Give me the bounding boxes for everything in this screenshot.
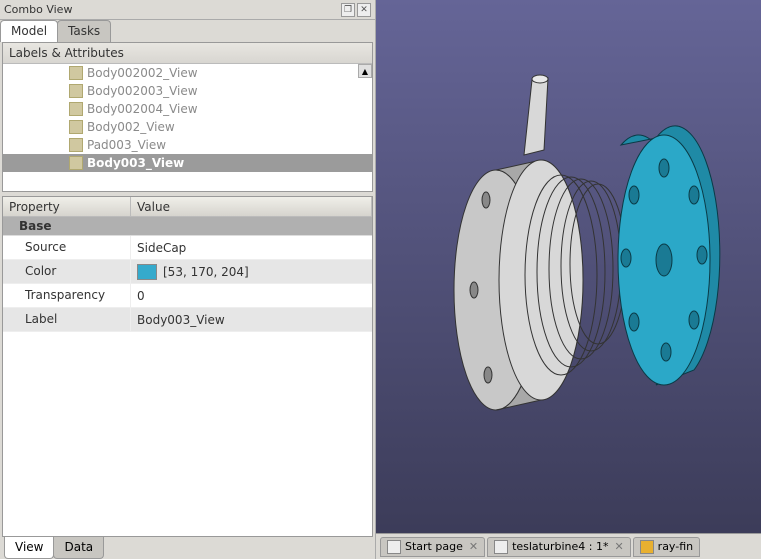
tab-model[interactable]: Model [0, 20, 58, 42]
doc-tab-rayfin[interactable]: ray-fin [633, 537, 700, 557]
doc-tab-teslaturbine[interactable]: teslaturbine4 : 1* ✕ [487, 537, 631, 557]
tab-data[interactable]: Data [53, 537, 104, 559]
tree-item[interactable]: Body002_View [3, 118, 372, 136]
panel-header: Combo View ❐ ✕ [0, 0, 375, 20]
node-icon [69, 66, 83, 80]
freecad-icon [387, 540, 401, 554]
freecad-icon [494, 540, 508, 554]
close-icon[interactable]: ✕ [357, 3, 371, 17]
property-header-key: Property [3, 197, 131, 217]
tree-panel: Labels & Attributes ▲ Body002002_View Bo… [2, 42, 373, 192]
node-icon [69, 120, 83, 134]
tree-item-label: Pad003_View [87, 138, 166, 152]
color-swatch[interactable] [137, 264, 157, 280]
property-row-color[interactable]: Color [53, 170, 204] [3, 260, 372, 284]
3d-model-render [376, 0, 761, 533]
doc-tab-label: ray-fin [658, 540, 693, 553]
property-row-source[interactable]: Source SideCap [3, 236, 372, 260]
color-value-text: [53, 170, 204] [163, 265, 249, 279]
doc-tab-label: Start page [405, 540, 463, 553]
property-value: SideCap [131, 236, 372, 259]
tree-item[interactable]: Body002003_View [3, 82, 372, 100]
property-key: Color [3, 260, 131, 283]
node-icon [69, 102, 83, 116]
node-icon [69, 156, 83, 170]
property-bottom-tabs: View Data [0, 537, 375, 559]
tree-header: Labels & Attributes [3, 43, 372, 64]
tree-item-label: Body002004_View [87, 102, 198, 116]
property-header: Property Value [3, 197, 372, 217]
tree-item-label: Body002002_View [87, 66, 198, 80]
tree-item[interactable]: Body002004_View [3, 100, 372, 118]
3d-viewport[interactable] [376, 0, 761, 533]
tree-item-selected[interactable]: Body003_View [3, 154, 372, 172]
property-key: Source [3, 236, 131, 259]
panel-title: Combo View [4, 3, 339, 16]
tree-item-label: Body002_View [87, 120, 175, 134]
tab-view[interactable]: View [4, 537, 54, 559]
property-row-transparency[interactable]: Transparency 0 [3, 284, 372, 308]
viewport-area: Start page ✕ teslaturbine4 : 1* ✕ ray-fi… [376, 0, 761, 559]
combo-view-panel: Combo View ❐ ✕ Model Tasks Labels & Attr… [0, 0, 376, 559]
property-key: Label [3, 308, 131, 331]
node-icon [69, 84, 83, 98]
tree-item[interactable]: Pad003_View [3, 136, 372, 154]
doc-tab-start-page[interactable]: Start page ✕ [380, 537, 485, 557]
property-value: 0 [131, 284, 372, 307]
property-header-value: Value [131, 197, 372, 217]
panel-tabs: Model Tasks [0, 20, 375, 42]
tab-tasks[interactable]: Tasks [57, 20, 111, 42]
property-key: Transparency [3, 284, 131, 307]
undock-icon[interactable]: ❐ [341, 3, 355, 17]
property-value: [53, 170, 204] [131, 260, 372, 283]
property-row-label[interactable]: Label Body003_View [3, 308, 372, 332]
node-icon [69, 138, 83, 152]
scroll-up-button[interactable]: ▲ [358, 64, 372, 78]
close-icon[interactable]: ✕ [469, 540, 478, 553]
property-value: Body003_View [131, 308, 372, 331]
tree-item-label: Body003_View [87, 156, 184, 170]
doc-tab-label: teslaturbine4 : 1* [512, 540, 608, 553]
property-section-base: Base [3, 217, 372, 236]
tree-body[interactable]: ▲ Body002002_View Body002003_View Body00… [3, 64, 372, 191]
tree-item[interactable]: Body002002_View [3, 64, 372, 82]
raytrace-icon [640, 540, 654, 554]
property-panel: Property Value Base Source SideCap Color… [2, 196, 373, 537]
close-icon[interactable]: ✕ [614, 540, 623, 553]
tree-item-label: Body002003_View [87, 84, 198, 98]
document-tabs: Start page ✕ teslaturbine4 : 1* ✕ ray-fi… [376, 533, 761, 559]
